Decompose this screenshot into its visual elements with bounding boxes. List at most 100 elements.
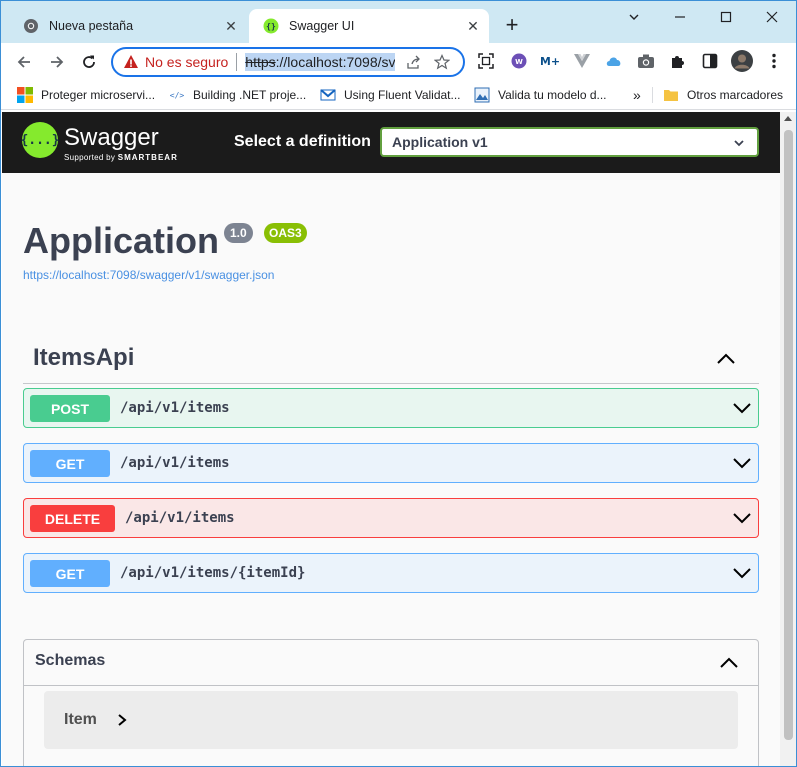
- back-button[interactable]: [11, 49, 37, 75]
- address-bar[interactable]: No es seguro https://localhost:7098/sv: [111, 47, 465, 77]
- spec-url-link[interactable]: https://localhost:7098/swagger/v1/swagge…: [23, 268, 274, 282]
- swagger-brand-sub: Supported by SMARTBEAR: [64, 153, 178, 162]
- side-panel-icon[interactable]: [701, 52, 719, 70]
- definition-select[interactable]: Application v1: [380, 127, 759, 157]
- tag-section-header[interactable]: ItemsApi: [23, 336, 759, 384]
- swagger-topbar: {...} Swagger Supported by SMARTBEAR Sel…: [2, 112, 780, 173]
- gmail-icon: [320, 89, 336, 101]
- bookmarks-bar: Proteger microservi... </> Building .NET…: [1, 80, 796, 110]
- url-scheme: https: [245, 54, 276, 70]
- code-icon: </>: [170, 91, 185, 100]
- operation-post-items[interactable]: POST /api/v1/items: [23, 388, 759, 428]
- scroll-thumb[interactable]: [784, 130, 793, 740]
- version-badge: 1.0: [224, 223, 253, 243]
- browser-toolbar: No es seguro https://localhost:7098/sv W…: [1, 43, 796, 80]
- chevron-down-icon[interactable]: [611, 5, 657, 29]
- method-badge: GET: [30, 450, 110, 477]
- operation-path: /api/v1/items: [120, 455, 230, 471]
- definition-select-value: Application v1: [392, 134, 488, 150]
- operation-path: /api/v1/items/{itemId}: [120, 565, 306, 581]
- bookmark-item[interactable]: Proteger microservi...: [17, 86, 155, 104]
- avatar[interactable]: [731, 50, 753, 72]
- swagger-favicon: {}: [263, 18, 279, 34]
- method-badge: POST: [30, 395, 110, 422]
- bookmark-item[interactable]: Using Fluent Validat...: [320, 86, 461, 104]
- swagger-logo-icon[interactable]: {...}: [20, 122, 60, 158]
- bookmark-item[interactable]: Valida tu modelo d...: [474, 86, 607, 104]
- security-status[interactable]: No es seguro: [145, 54, 228, 70]
- tab-title: Nueva pestaña: [49, 19, 134, 33]
- chevron-right-icon[interactable]: [116, 713, 128, 727]
- other-bookmarks-folder[interactable]: Otros marcadores: [663, 86, 783, 104]
- url-text[interactable]: https://localhost:7098/sv: [245, 53, 396, 71]
- tag-name: ItemsApi: [33, 344, 135, 371]
- chevron-down-icon[interactable]: [732, 398, 752, 418]
- method-badge: DELETE: [30, 505, 115, 532]
- scrollbar[interactable]: [780, 112, 796, 766]
- image-icon: [474, 87, 490, 103]
- extension-m-icon[interactable]: M+: [541, 52, 559, 70]
- tab-swagger-ui[interactable]: {} Swagger UI ✕: [249, 9, 489, 43]
- svg-text:</>: </>: [170, 91, 185, 100]
- chevron-down-icon[interactable]: [732, 508, 752, 528]
- bookmark-item[interactable]: </> Building .NET proje...: [169, 86, 306, 104]
- operation-path: /api/v1/items: [125, 510, 235, 526]
- cloud-icon[interactable]: [605, 52, 623, 70]
- chevron-down-icon: [734, 140, 744, 147]
- page-viewport: {...} Swagger Supported by SMARTBEAR Sel…: [2, 112, 780, 766]
- bookmark-label: Otros marcadores: [687, 88, 784, 102]
- chrome-icon: [24, 19, 38, 33]
- method-badge: GET: [30, 560, 110, 587]
- chevron-up-icon[interactable]: [718, 652, 740, 674]
- microsoft-icon: [17, 87, 33, 103]
- schema-name: Item: [64, 711, 97, 728]
- close-icon[interactable]: ✕: [465, 18, 481, 34]
- puzzle-icon[interactable]: [669, 52, 687, 70]
- divider: [652, 87, 653, 103]
- bookmark-label: Using Fluent Validat...: [344, 88, 461, 102]
- svg-text:W: W: [515, 58, 523, 66]
- url-rest: ://localhost:7098/sv: [275, 54, 396, 70]
- close-window-button[interactable]: [749, 5, 795, 29]
- schemas-header[interactable]: Schemas: [24, 640, 758, 686]
- scroll-up-icon[interactable]: [784, 116, 792, 121]
- vue-devtools-icon[interactable]: [573, 52, 591, 70]
- schemas-section: Schemas Item: [23, 639, 759, 766]
- reload-button[interactable]: [76, 49, 102, 75]
- new-tab-button[interactable]: +: [501, 14, 523, 37]
- forward-button[interactable]: [44, 49, 70, 75]
- operation-get-item-by-id[interactable]: GET /api/v1/items/{itemId}: [23, 553, 759, 593]
- swagger-brand[interactable]: Swagger: [64, 124, 159, 152]
- tab-new-tab[interactable]: Nueva pestaña ✕: [9, 9, 247, 43]
- close-icon[interactable]: ✕: [223, 18, 239, 34]
- bookmark-label: Building .NET proje...: [193, 88, 307, 102]
- share-icon[interactable]: [405, 53, 423, 71]
- more-vert-icon[interactable]: [765, 52, 783, 70]
- oas-badge: OAS3: [264, 223, 307, 243]
- chevron-up-icon[interactable]: [715, 348, 737, 370]
- warning-icon: [124, 55, 138, 68]
- star-icon[interactable]: [433, 53, 451, 71]
- folder-icon: [664, 90, 678, 101]
- schema-item[interactable]: Item: [44, 691, 738, 749]
- screenshot-icon[interactable]: [477, 52, 495, 70]
- brand-sub-company: SMARTBEAR: [117, 153, 178, 162]
- schemas-title: Schemas: [35, 652, 106, 669]
- operation-get-items[interactable]: GET /api/v1/items: [23, 443, 759, 483]
- minimize-button[interactable]: [657, 5, 703, 29]
- api-title: Application: [23, 220, 219, 261]
- svg-text:{}: {}: [266, 22, 276, 31]
- brand-sub-prefix: Supported by: [64, 153, 116, 162]
- tab-strip: Nueva pestaña ✕ {} Swagger UI ✕ +: [1, 1, 796, 43]
- extension-purple-icon[interactable]: W: [510, 52, 528, 70]
- chevron-down-icon[interactable]: [732, 563, 752, 583]
- camera-icon[interactable]: [637, 52, 655, 70]
- operation-delete-items[interactable]: DELETE /api/v1/items: [23, 498, 759, 538]
- chevron-down-icon[interactable]: [732, 453, 752, 473]
- bookmark-label: Valida tu modelo d...: [498, 88, 607, 102]
- bookmarks-overflow-button[interactable]: »: [633, 86, 641, 104]
- divider: [236, 53, 238, 71]
- bookmark-label: Proteger microservi...: [41, 88, 156, 102]
- svg-text:M+: M+: [541, 55, 559, 68]
- maximize-button[interactable]: [703, 5, 749, 29]
